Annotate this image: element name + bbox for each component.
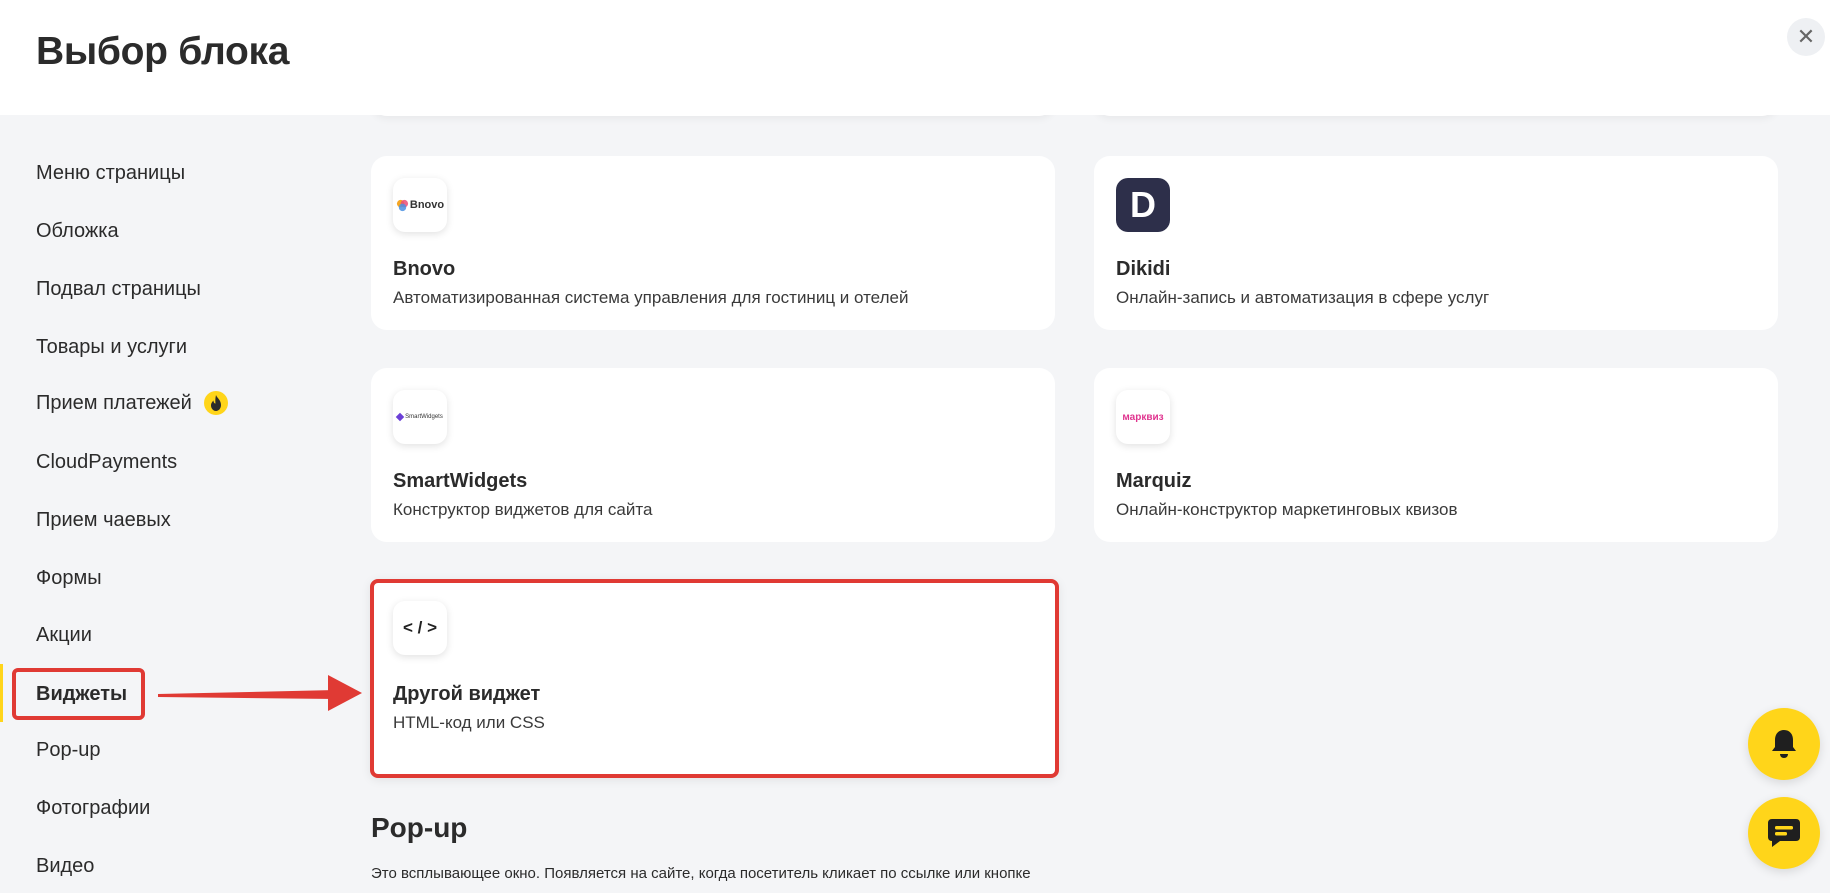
fire-icon [203,391,228,415]
sidebar-item-label: Формы [36,567,102,589]
section-title: Pop-up [371,812,468,843]
sidebar-item-cover[interactable]: Обложка [36,220,119,243]
card-description: Автоматизированная система управления дл… [393,288,909,307]
card-title: Bnovo [393,258,456,280]
sidebar-item-video[interactable]: Видео [36,855,94,878]
sidebar-item-footer[interactable]: Подвал страницы [36,278,201,301]
section-description: Это всплывающее окно. Появляется на сайт… [371,865,1031,882]
sidebar-item-label: Прием платежей [36,391,192,414]
sidebar-item-label: Обложка [36,220,119,242]
widget-card-marquiz[interactable]: марквиз Marquiz Онлайн-конструктор марке… [1094,368,1778,542]
sidebar-item-label: Видео [36,855,95,877]
sidebar-item-cloudpayments[interactable]: CloudPayments [36,451,177,474]
widget-card-custom[interactable]: < / > Другой виджет HTML-код или CSS [370,579,1059,778]
active-indicator [0,664,3,722]
highlight-frame [12,668,145,720]
card-description: Онлайн-запись и автоматизация в сфере ус… [1116,288,1490,307]
sidebar-item-forms[interactable]: Формы [36,567,102,590]
smartwidgets-logo-text: SmartWidgets [405,414,443,420]
marquiz-logo: марквиз [1116,390,1170,444]
code-icon-text: < / > [402,618,438,637]
card-title: Marquiz [1116,470,1192,492]
notifications-button[interactable] [1748,708,1820,780]
code-icon: < / > [393,601,447,655]
sidebar-item-label: Подвал страницы [36,278,201,300]
close-button[interactable]: ✕ [1787,18,1825,56]
sidebar-item-label: Pop-up [36,739,101,761]
dikidi-logo-letter: D [1130,184,1156,225]
close-icon: ✕ [1796,24,1816,49]
widget-card-smartwidgets[interactable]: SmartWidgets SmartWidgets Конструктор ви… [371,368,1055,542]
card-title: Другой виджет [393,683,541,705]
sidebar-item-label: Меню страницы [36,162,186,184]
card-title: SmartWidgets [393,470,528,492]
sidebar-item-label: Акции [36,624,92,646]
sidebar-item-label: CloudPayments [36,451,178,473]
chat-button[interactable] [1748,797,1820,869]
sidebar-item-tips[interactable]: Прием чаевых [36,509,171,532]
bell-icon [1772,730,1796,758]
card-description: Онлайн-конструктор маркетинговых квизов [1116,500,1458,519]
sidebar-item-label: Прием чаевых [36,509,171,531]
bnovo-logo-text: Bnovo [409,199,445,211]
card-description: HTML-код или CSS [393,713,545,732]
smartwidgets-logo: SmartWidgets [393,390,447,444]
sidebar-item-promotions[interactable]: Акции [36,624,92,647]
dikidi-logo: D [1116,178,1170,232]
sidebar-item-label: Товары и услуги [36,336,187,358]
marquiz-logo-text: марквиз [1122,411,1164,423]
sidebar-item-photos[interactable]: Фотографии [36,797,150,820]
bnovo-logo-mark [396,199,408,211]
card-title: Dikidi [1116,258,1171,280]
chat-icon [1768,819,1800,847]
modal-header: Выбор блока ✕ [0,0,1830,115]
sidebar-item-menu[interactable]: Меню страницы [36,162,185,185]
page-title: Выбор блока [36,30,290,73]
widget-card-bnovo[interactable]: Bnovo Bnovo Автоматизированная система у… [371,156,1055,330]
sidebar-item-label: Фотографии [36,797,151,819]
card-description: Конструктор виджетов для сайта [393,500,653,519]
arrow-annotation [158,675,362,711]
widget-card-dikidi[interactable]: D Dikidi Онлайн-запись и автоматизация в… [1094,156,1778,330]
sidebar-item-popup[interactable]: Pop-up [36,739,101,762]
sidebar-item-products[interactable]: Товары и услуги [36,336,187,359]
smartwidgets-logo-mark [395,412,405,422]
bnovo-logo: Bnovo [393,178,447,232]
sidebar-item-payments[interactable]: Прием платежей [36,391,228,415]
